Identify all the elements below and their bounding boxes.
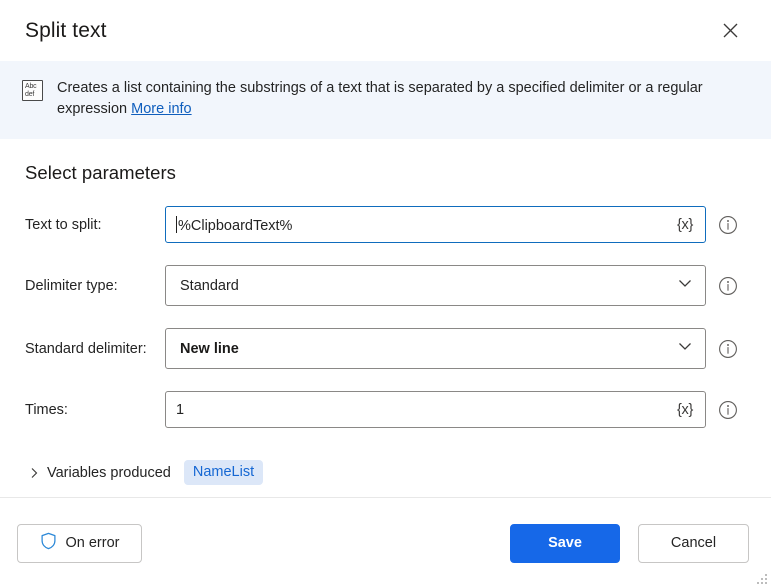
- label-standard-delimiter: Standard delimiter:: [25, 340, 147, 357]
- close-button[interactable]: [709, 14, 751, 48]
- variable-picker-button-times[interactable]: {x}: [671, 402, 699, 418]
- info-icon-delimiter-type[interactable]: [718, 276, 738, 296]
- text-to-split-value-wrap: %ClipboardText%: [176, 215, 671, 234]
- field-row-standard-delimiter: Standard delimiter: New line: [25, 328, 746, 369]
- times-input[interactable]: 1 {x}: [165, 391, 706, 428]
- variables-produced-label[interactable]: Variables produced: [47, 465, 171, 481]
- control-text-to-split: %ClipboardText% {x}: [165, 206, 706, 243]
- on-error-button[interactable]: On error: [17, 523, 142, 563]
- section-title: Select parameters: [25, 162, 176, 183]
- dialog-titlebar: Split text: [0, 0, 771, 61]
- page-title: Split text: [25, 18, 107, 42]
- abc-def-text-icon: Abc def: [22, 80, 44, 102]
- field-row-times: Times: 1 {x}: [25, 391, 746, 428]
- abc-icon-line2: def: [25, 90, 35, 98]
- close-icon: [723, 23, 738, 38]
- times-value: 1: [176, 401, 185, 418]
- text-to-split-value: %ClipboardText%: [178, 217, 293, 234]
- field-row-text-to-split: Text to split: %ClipboardText% {x}: [25, 206, 746, 243]
- control-delimiter-type: Standard: [165, 265, 706, 306]
- variable-picker-button-text-to-split[interactable]: {x}: [671, 217, 699, 233]
- text-to-split-input[interactable]: %ClipboardText% {x}: [165, 206, 706, 243]
- text-caret: [176, 215, 177, 233]
- label-delimiter-type: Delimiter type:: [25, 277, 118, 294]
- delimiter-type-value: Standard: [180, 277, 239, 294]
- chevron-down-icon: [677, 275, 693, 296]
- info-icon-text-to-split[interactable]: [718, 215, 738, 235]
- resize-grip[interactable]: [753, 570, 767, 584]
- standard-delimiter-value: New line: [180, 340, 239, 357]
- more-info-link[interactable]: More info: [131, 101, 191, 117]
- info-icon-times[interactable]: [718, 400, 738, 420]
- control-times: 1 {x}: [165, 391, 706, 428]
- parameters-body: Select parameters Text to split: %Clipbo…: [0, 139, 771, 497]
- label-times: Times:: [25, 401, 68, 418]
- banner-text: Creates a list containing the substrings…: [57, 78, 746, 120]
- label-text-to-split: Text to split:: [25, 216, 102, 233]
- standard-delimiter-select[interactable]: New line: [165, 328, 706, 369]
- cancel-button[interactable]: Cancel: [638, 523, 749, 563]
- control-standard-delimiter: New line: [165, 328, 706, 369]
- split-text-dialog: Split text Abc def Creates a list contai…: [0, 0, 771, 588]
- delimiter-type-select[interactable]: Standard: [165, 265, 706, 306]
- abc-icon-line1: Abc: [25, 82, 37, 90]
- chevron-right-icon[interactable]: [25, 467, 43, 479]
- on-error-label: On error: [65, 535, 120, 551]
- shield-icon: [40, 532, 57, 554]
- save-button[interactable]: Save: [510, 523, 620, 563]
- variable-badge-namelist[interactable]: NameList: [183, 460, 264, 485]
- variables-produced-section[interactable]: Variables produced NameList: [25, 460, 746, 485]
- field-row-delimiter-type: Delimiter type: Standard: [25, 265, 746, 306]
- description-banner: Abc def Creates a list containing the su…: [0, 61, 771, 139]
- dialog-footer: On error Save Cancel: [0, 497, 771, 588]
- chevron-down-icon: [677, 338, 693, 359]
- info-icon-standard-delimiter[interactable]: [718, 339, 738, 359]
